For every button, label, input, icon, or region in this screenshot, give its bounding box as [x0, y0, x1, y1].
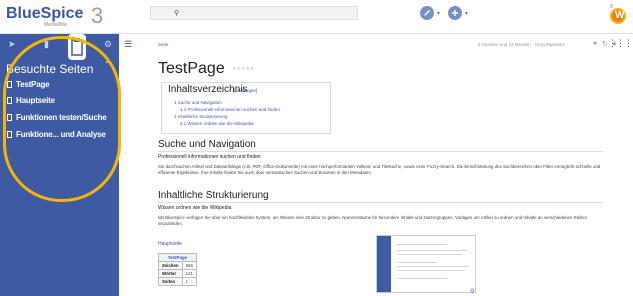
- thumbnail-line: [397, 270, 465, 271]
- section-heading: Suche und Navigation: [158, 139, 256, 150]
- refresh-icon[interactable]: ↻: [602, 40, 608, 48]
- sidebar-item-label: TestPage: [16, 80, 50, 89]
- stat-key: Seiten: [158, 277, 183, 286]
- stat-key: Zeichen: [158, 261, 183, 270]
- logo-text: BlueSpice: [6, 5, 84, 22]
- sidebar-item-funktionen-analyse[interactable]: Funktione... und Analyse: [7, 130, 106, 142]
- sidebar-item-funktionen-suche[interactable]: Funktionen testen/Suche: [7, 113, 107, 125]
- thumbnail-line: [397, 244, 447, 245]
- section-heading: Inhaltliche Strukturierung: [158, 190, 269, 201]
- search-icon: ⚲: [174, 10, 180, 17]
- stat-value: 1: [181, 277, 197, 286]
- page-icon: [7, 97, 12, 104]
- sidebar-item-hauptseite[interactable]: Hauptseite: [7, 96, 55, 108]
- app-window: BlueSpice MediaWiki 3 ⚲ ▾ ▾ 8 W ➤ ▮ ⚙ Be…: [0, 0, 633, 296]
- star-icon[interactable]: ★: [611, 40, 617, 48]
- toc-item[interactable]: 1 Suche und Navigation: [174, 100, 222, 105]
- avatar[interactable]: W: [610, 8, 626, 24]
- logo[interactable]: BlueSpice MediaWiki 3: [6, 3, 114, 31]
- rating-stars[interactable]: ★★★★★: [232, 66, 254, 72]
- sidebar-item-testpage[interactable]: TestPage: [7, 80, 50, 92]
- sidebar-tabs: ➤ ▮ ⚙: [0, 34, 119, 60]
- thumbnail-line: [397, 266, 469, 267]
- toc-hide-link[interactable]: [Verbergen]: [234, 88, 257, 93]
- toc-item[interactable]: 2 Inhaltliche Strukturierung: [174, 114, 228, 119]
- clipboard-icon[interactable]: [68, 34, 86, 60]
- page-icon: [7, 81, 12, 88]
- pencil-icon: [424, 10, 430, 16]
- magnify-icon[interactable]: ⚲: [470, 288, 474, 295]
- collapse-icon[interactable]: ⌃: [104, 60, 111, 69]
- sidebar-item-label: Funktione... und Analyse: [16, 130, 106, 139]
- edit-menu-button[interactable]: [420, 6, 434, 20]
- table-row: Seiten 1: [158, 277, 197, 286]
- stat-key: Wörter: [158, 269, 183, 278]
- table-row: Wörter 121: [158, 269, 197, 278]
- thumbnail-sidebar: [377, 236, 391, 292]
- logo-number: 3: [91, 3, 104, 28]
- book-icon[interactable]: ▮: [44, 39, 49, 50]
- divider: [158, 202, 603, 203]
- logo-subtitle: MediaWiki: [44, 22, 68, 28]
- page-icon: [7, 131, 12, 138]
- stat-value: 121: [181, 269, 197, 278]
- thumbnail-line: [397, 278, 447, 279]
- sidebar-item-label: Hauptseite: [16, 96, 55, 105]
- sidebar: ➤ ▮ ⚙ Besuchte Seiten ⌃ TestPage Hauptse…: [0, 34, 121, 296]
- page-icon: [7, 114, 12, 121]
- section-subheading: Wissen ordnen wie die Wikipedia: [158, 205, 232, 211]
- divider: [158, 151, 603, 152]
- sidebar-item-label: Funktionen testen/Suche: [16, 113, 107, 122]
- breadcrumb[interactable]: Seite: [158, 42, 168, 47]
- top-header: BlueSpice MediaWiki 3 ⚲ ▾ ▾ 8 W: [0, 0, 633, 34]
- table-of-contents: Inhaltsverzeichnis [Verbergen] 1 Suche u…: [161, 82, 331, 134]
- page-title: TestPage: [158, 60, 225, 77]
- toc-item[interactable]: 1.1 Professionell informationen suchen u…: [180, 107, 280, 112]
- toc-item[interactable]: 2.1 Wissen ordnen wie die Wikipedia: [180, 121, 254, 126]
- sidebar-section-title: Besuchte Seiten: [6, 62, 94, 76]
- page-meta: 6 Stunden und 22 Minuten - Greg Eigentum: [478, 42, 566, 47]
- section-subheading: Professionell informationen suchen und f…: [158, 154, 261, 160]
- screenshot-thumbnail[interactable]: [376, 235, 476, 293]
- search-input[interactable]: [150, 6, 358, 20]
- table-row: Zeichen 966: [158, 261, 197, 270]
- section-text: Mit BlueSpice verfügen Sie über ein hoch…: [158, 215, 588, 227]
- thumbnail-line: [397, 254, 462, 255]
- hauptseite-link[interactable]: Hauptseite: [158, 241, 182, 247]
- add-menu-button[interactable]: [448, 6, 462, 20]
- stats-table-header: TestPage: [158, 253, 197, 262]
- navigation-icon[interactable]: ➤: [8, 39, 16, 50]
- thumbnail-line: [397, 262, 437, 263]
- gear-icon[interactable]: ⚙: [104, 39, 112, 50]
- chevron-down-icon[interactable]: ▾: [465, 10, 468, 17]
- avatar-letter: W: [615, 10, 625, 21]
- section-text: Sie durchsuchen Artikel und Dateianhänge…: [158, 164, 601, 176]
- chat-icon[interactable]: ●: [593, 40, 597, 47]
- chevron-down-icon[interactable]: ▾: [437, 10, 440, 17]
- stat-value: 966: [181, 261, 197, 270]
- menu-icon[interactable]: ☰: [124, 39, 132, 50]
- main-content: Seite 6 Stunden und 22 Minuten - Greg Ei…: [148, 34, 618, 296]
- stats-table: TestPage Zeichen 966 Wörter 121 Seiten 1: [158, 253, 197, 286]
- plus-icon: [452, 10, 458, 16]
- thumbnail-line: [397, 250, 467, 251]
